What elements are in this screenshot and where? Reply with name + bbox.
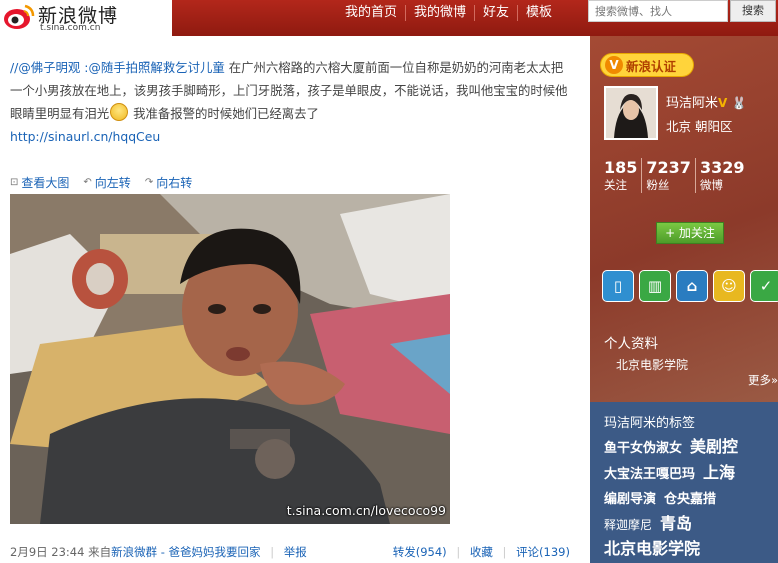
footer-divider: | bbox=[502, 545, 507, 559]
vip-v-icon: V bbox=[718, 96, 728, 110]
user-tags-panel: 玛洁阿米的标签 鱼干女伪淑女 美剧控大宝法王嘎巴玛 上海编剧导演 仓央嘉措释迦摩尼 青岛… bbox=[590, 402, 778, 563]
post-source-link[interactable]: 新浪微群 - 爸爸妈妈我要回家 bbox=[111, 545, 260, 559]
mention-user-2[interactable]: :@随手拍照解救乞讨儿童 bbox=[84, 60, 224, 75]
rotate-right-icon: ↷ bbox=[144, 177, 154, 188]
from-label: 来自 bbox=[88, 545, 112, 559]
stat-number: 3329 bbox=[699, 158, 745, 177]
user-tag[interactable]: 释迦摩尼 bbox=[604, 513, 652, 537]
verified-label: 新浪认证 bbox=[626, 58, 677, 74]
stat-label: 微博 bbox=[699, 178, 723, 192]
app-icon-row: ▯ ▥ ⌂ ☺ ✓ bbox=[602, 270, 778, 302]
repost-link[interactable]: 转发(954) bbox=[393, 545, 447, 559]
comment-link[interactable]: 评论(139) bbox=[516, 545, 570, 559]
stat-number: 7237 bbox=[646, 158, 691, 177]
top-navigation-bar: 新浪微博 t.sina.com.cn 我的首页 我的微博 好友 模板 搜索 bbox=[0, 0, 778, 36]
follow-button[interactable]: + 加关注 bbox=[656, 222, 724, 244]
phone-app-icon[interactable]: ▯ bbox=[602, 270, 634, 302]
user-tag[interactable]: 仓央嘉措 bbox=[664, 488, 716, 512]
sina-weibo-logo[interactable]: 新浪微博 t.sina.com.cn bbox=[0, 0, 172, 36]
user-tag[interactable]: 编剧导演 bbox=[604, 488, 656, 512]
photo-watermark: t.sina.com.cn/lovecoco99 bbox=[286, 503, 446, 518]
more-link[interactable]: 更多» bbox=[748, 372, 778, 388]
photo-illustration bbox=[10, 194, 450, 524]
user-tag[interactable]: 北京电影学院 bbox=[604, 537, 700, 561]
stat-label: 关注 bbox=[604, 178, 627, 192]
stat-posts[interactable]: 3329 微博 bbox=[694, 158, 749, 193]
avatar-image bbox=[606, 88, 656, 138]
user-stats: 185 关注 7237 粉丝 3329 微博 bbox=[600, 158, 748, 193]
post-text: //@佛子明观 :@随手拍照解救乞讨儿童 在广州六榕路的六榕大厦前面一位自称是奶… bbox=[10, 56, 570, 148]
main-nav: 我的首页 我的微博 好友 模板 bbox=[337, 0, 560, 26]
rotate-right-button[interactable]: ↷ 向右转 bbox=[145, 174, 192, 191]
post-photo[interactable]: t.sina.com.cn/lovecoco99 bbox=[10, 194, 450, 524]
app-glyph: ▯ bbox=[613, 277, 623, 295]
footer-divider: | bbox=[270, 545, 275, 559]
nav-templates[interactable]: 模板 bbox=[518, 0, 560, 26]
report-link[interactable]: 举报 bbox=[284, 545, 307, 559]
sofa-app-icon[interactable]: ⌂ bbox=[676, 270, 708, 302]
tags-title: 玛洁阿米的标签 bbox=[604, 416, 696, 431]
stat-label: 粉丝 bbox=[646, 178, 670, 192]
app-glyph: ✓ bbox=[759, 277, 773, 295]
nav-my-weibo[interactable]: 我的微博 bbox=[406, 0, 474, 26]
stat-fans[interactable]: 7237 粉丝 bbox=[641, 158, 695, 193]
nav-friends[interactable]: 好友 bbox=[475, 0, 517, 26]
post-short-url[interactable]: http://sinaurl.cn/hqqCeu bbox=[10, 129, 160, 144]
user-profile-card: V 新浪认证 玛洁阿米V 🐰 北京 朝阳区 185 关注 7237 粉丝 332… bbox=[590, 36, 778, 402]
star-app-icon[interactable]: ✓ bbox=[750, 270, 778, 302]
user-tag[interactable]: 鱼干女伪淑女 bbox=[604, 437, 682, 461]
logo-domain: t.sina.com.cn bbox=[40, 23, 101, 33]
post-main-panel: //@佛子明观 :@随手拍照解救乞讨儿童 在广州六榕路的六榕大厦前面一位自称是奶… bbox=[0, 36, 590, 563]
user-location: 北京 朝阳区 bbox=[666, 119, 733, 134]
magnify-icon: ⊡ bbox=[10, 177, 19, 188]
app-glyph: ▥ bbox=[647, 277, 663, 295]
post-body-text-2: 我准备报警的时候她们已经离去了 bbox=[133, 106, 319, 121]
app-glyph: ☺ bbox=[721, 277, 737, 295]
smile-app-icon[interactable]: ☺ bbox=[713, 270, 745, 302]
stat-following[interactable]: 185 关注 bbox=[600, 158, 641, 193]
footer-divider: | bbox=[456, 545, 461, 559]
profile-section-title: 个人资料 bbox=[604, 336, 658, 352]
verified-v-icon: V bbox=[605, 56, 623, 74]
weibo-eye-icon bbox=[4, 4, 35, 29]
image-toolbar: ⊡ 查看大图 ↶ 向左转 ↷ 向右转 bbox=[10, 174, 192, 191]
mention-user-1[interactable]: //@佛子明观 bbox=[10, 60, 80, 75]
rotate-left-button[interactable]: ↶ 向左转 bbox=[83, 174, 130, 191]
app-glyph: ⌂ bbox=[686, 277, 698, 295]
search-button[interactable]: 搜索 bbox=[730, 0, 776, 22]
rotate-right-label: 向右转 bbox=[156, 176, 193, 190]
book-app-icon[interactable]: ▥ bbox=[639, 270, 671, 302]
search-input[interactable] bbox=[588, 0, 728, 22]
view-large-image-button[interactable]: ⊡ 查看大图 bbox=[10, 174, 69, 191]
nav-my-home[interactable]: 我的首页 bbox=[337, 0, 405, 26]
rotate-left-label: 向左转 bbox=[94, 176, 131, 190]
post-time[interactable]: 2月9日 23:44 bbox=[10, 545, 84, 559]
user-tag[interactable]: 大宝法王嘎巴玛 bbox=[604, 463, 695, 487]
profile-school: 北京电影学院 bbox=[616, 358, 689, 372]
crying-emoticon-icon bbox=[110, 103, 129, 121]
user-avatar[interactable] bbox=[604, 86, 658, 140]
tag-cloud: 鱼干女伪淑女 美剧控大宝法王嘎巴玛 上海编剧导演 仓央嘉措释迦摩尼 青岛北京电影学院 bbox=[604, 435, 764, 562]
user-tag[interactable]: 美剧控 bbox=[690, 435, 738, 459]
user-tag[interactable]: 上海 bbox=[703, 461, 735, 485]
stat-number: 185 bbox=[604, 158, 638, 177]
rotate-left-icon: ↶ bbox=[83, 177, 92, 188]
favorite-link[interactable]: 收藏 bbox=[470, 545, 493, 559]
user-sidebar: V 新浪认证 玛洁阿米V 🐰 北京 朝阳区 185 关注 7237 粉丝 332… bbox=[590, 36, 778, 563]
user-tag[interactable]: 青岛 bbox=[660, 512, 692, 536]
rabbit-icon: 🐰 bbox=[731, 96, 747, 110]
user-name[interactable]: 玛洁阿米V 🐰 bbox=[666, 92, 746, 111]
user-name-text: 玛洁阿米 bbox=[666, 96, 719, 111]
sina-verified-badge[interactable]: V 新浪认证 bbox=[600, 53, 694, 77]
view-large-label: 查看大图 bbox=[21, 176, 70, 190]
